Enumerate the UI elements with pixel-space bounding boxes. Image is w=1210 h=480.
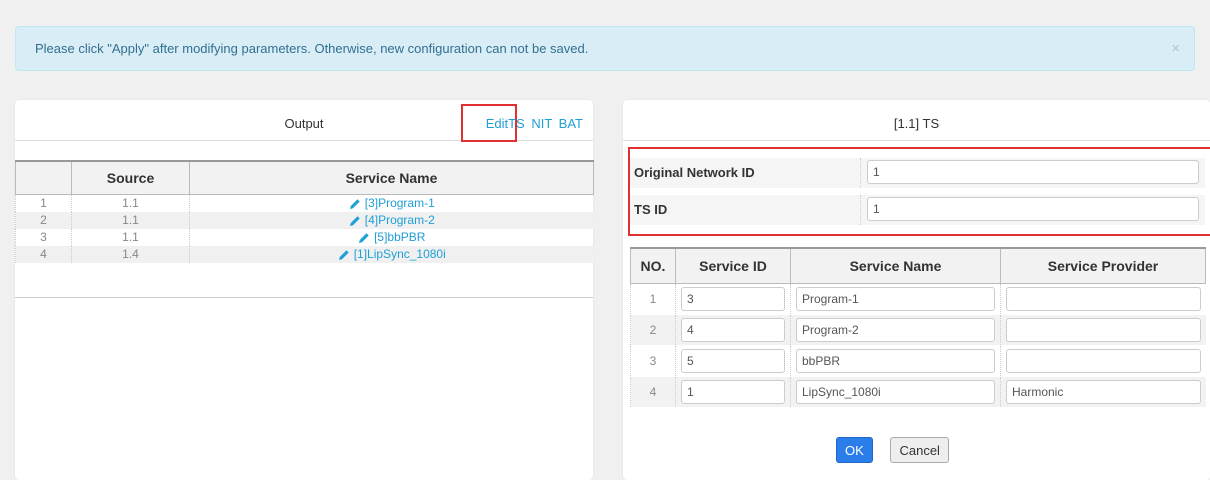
alert-message: Please click "Apply" after modifying par… [35,41,589,56]
ts-fields-highlight-box [628,147,1210,236]
service-name[interactable]: [4]Program-2 [365,213,435,227]
service-id-cell [675,345,791,377]
service-provider-cell [1000,314,1206,346]
column-header: NO. [630,247,676,284]
panel-title: Output [284,116,324,131]
row-source: 1.1 [71,194,190,212]
service-provider-cell [1000,345,1206,377]
row-number: 3 [630,345,676,377]
table-divider [15,297,593,298]
service-name-input[interactable] [796,318,995,342]
service-name-cell [790,345,1001,377]
service-provider-cell [1000,376,1206,408]
cancel-button[interactable]: Cancel [890,437,949,463]
service-provider-cell [1000,283,1206,315]
pencil-icon[interactable] [338,249,350,261]
service-id-cell [675,376,791,408]
info-alert: Please click "Apply" after modifying par… [15,26,1195,71]
ts-service-table: NO. Service ID Service Name Service Prov… [630,247,1206,408]
service-name[interactable]: [1]LipSync_1080i [354,247,446,261]
row-source: 1.4 [71,246,190,263]
pencil-icon[interactable] [358,232,370,244]
service-name-input[interactable] [796,349,995,373]
table-row: 1 [630,283,1206,315]
service-name-input[interactable] [796,287,995,311]
header-links: EditTS NIT BAT [483,100,583,148]
form-buttons: OK Cancel [623,437,1210,463]
row-number: 2 [630,314,676,346]
table-row[interactable]: 3 1.1 [5]bbPBR [15,229,594,246]
service-name-cell [790,376,1001,408]
service-name-cell[interactable]: [5]bbPBR [189,229,594,246]
service-id-cell [675,314,791,346]
service-provider-input[interactable] [1006,287,1201,311]
ts-edit-panel: [1.1] TS Original Network ID TS ID NO. S… [623,100,1210,480]
row-source: 1.1 [71,229,190,246]
row-number: 1 [630,283,676,315]
service-id-input[interactable] [681,287,785,311]
ok-button[interactable]: OK [836,437,873,463]
output-service-table: Source Service Name 1 1.1 [3]Program-1 2… [15,160,594,263]
service-name-cell[interactable]: [4]Program-2 [189,212,594,229]
service-id-input[interactable] [681,380,785,404]
row-source: 1.1 [71,212,190,229]
service-name-cell[interactable]: [1]LipSync_1080i [189,246,594,263]
table-header-row: Source Service Name [15,160,594,195]
close-icon[interactable]: × [1171,27,1180,70]
service-id-input[interactable] [681,349,785,373]
bat-link[interactable]: BAT [559,116,583,131]
row-number: 3 [15,229,72,246]
row-number: 4 [15,246,72,263]
pencil-icon[interactable] [349,215,361,227]
column-header: Service Name [189,160,594,195]
panel-title: [1.1] TS [893,116,940,131]
service-id-cell [675,283,791,315]
table-header-row: NO. Service ID Service Name Service Prov… [630,247,1206,284]
service-id-input[interactable] [681,318,785,342]
nit-link[interactable]: NIT [531,116,552,131]
column-header: Source [71,160,190,195]
column-header: Service Name [790,247,1001,284]
pencil-icon[interactable] [349,198,361,210]
table-row: 2 [630,314,1206,346]
table-row[interactable]: 4 1.4 [1]LipSync_1080i [15,246,594,263]
service-provider-input[interactable] [1006,318,1201,342]
table-row: 4 [630,376,1206,408]
row-number: 1 [15,194,72,212]
service-provider-input[interactable] [1006,380,1201,404]
output-panel: Output EditTS NIT BAT Source Service Nam… [15,100,594,480]
row-number: 4 [630,376,676,408]
column-header: Service ID [675,247,791,284]
service-name-input[interactable] [796,380,995,404]
table-row[interactable]: 2 1.1 [4]Program-2 [15,212,594,229]
service-name[interactable]: [5]bbPBR [374,230,425,244]
ts-panel-header: [1.1] TS [623,100,1210,141]
row-number: 2 [15,212,72,229]
service-provider-input[interactable] [1006,349,1201,373]
column-header: Service Provider [1000,247,1206,284]
column-header [15,160,72,195]
service-name-cell [790,283,1001,315]
service-name[interactable]: [3]Program-1 [365,196,435,210]
table-row: 3 [630,345,1206,377]
table-row[interactable]: 1 1.1 [3]Program-1 [15,194,594,212]
service-name-cell [790,314,1001,346]
edit-ts-link[interactable]: EditTS [486,116,525,131]
service-name-cell[interactable]: [3]Program-1 [189,194,594,212]
